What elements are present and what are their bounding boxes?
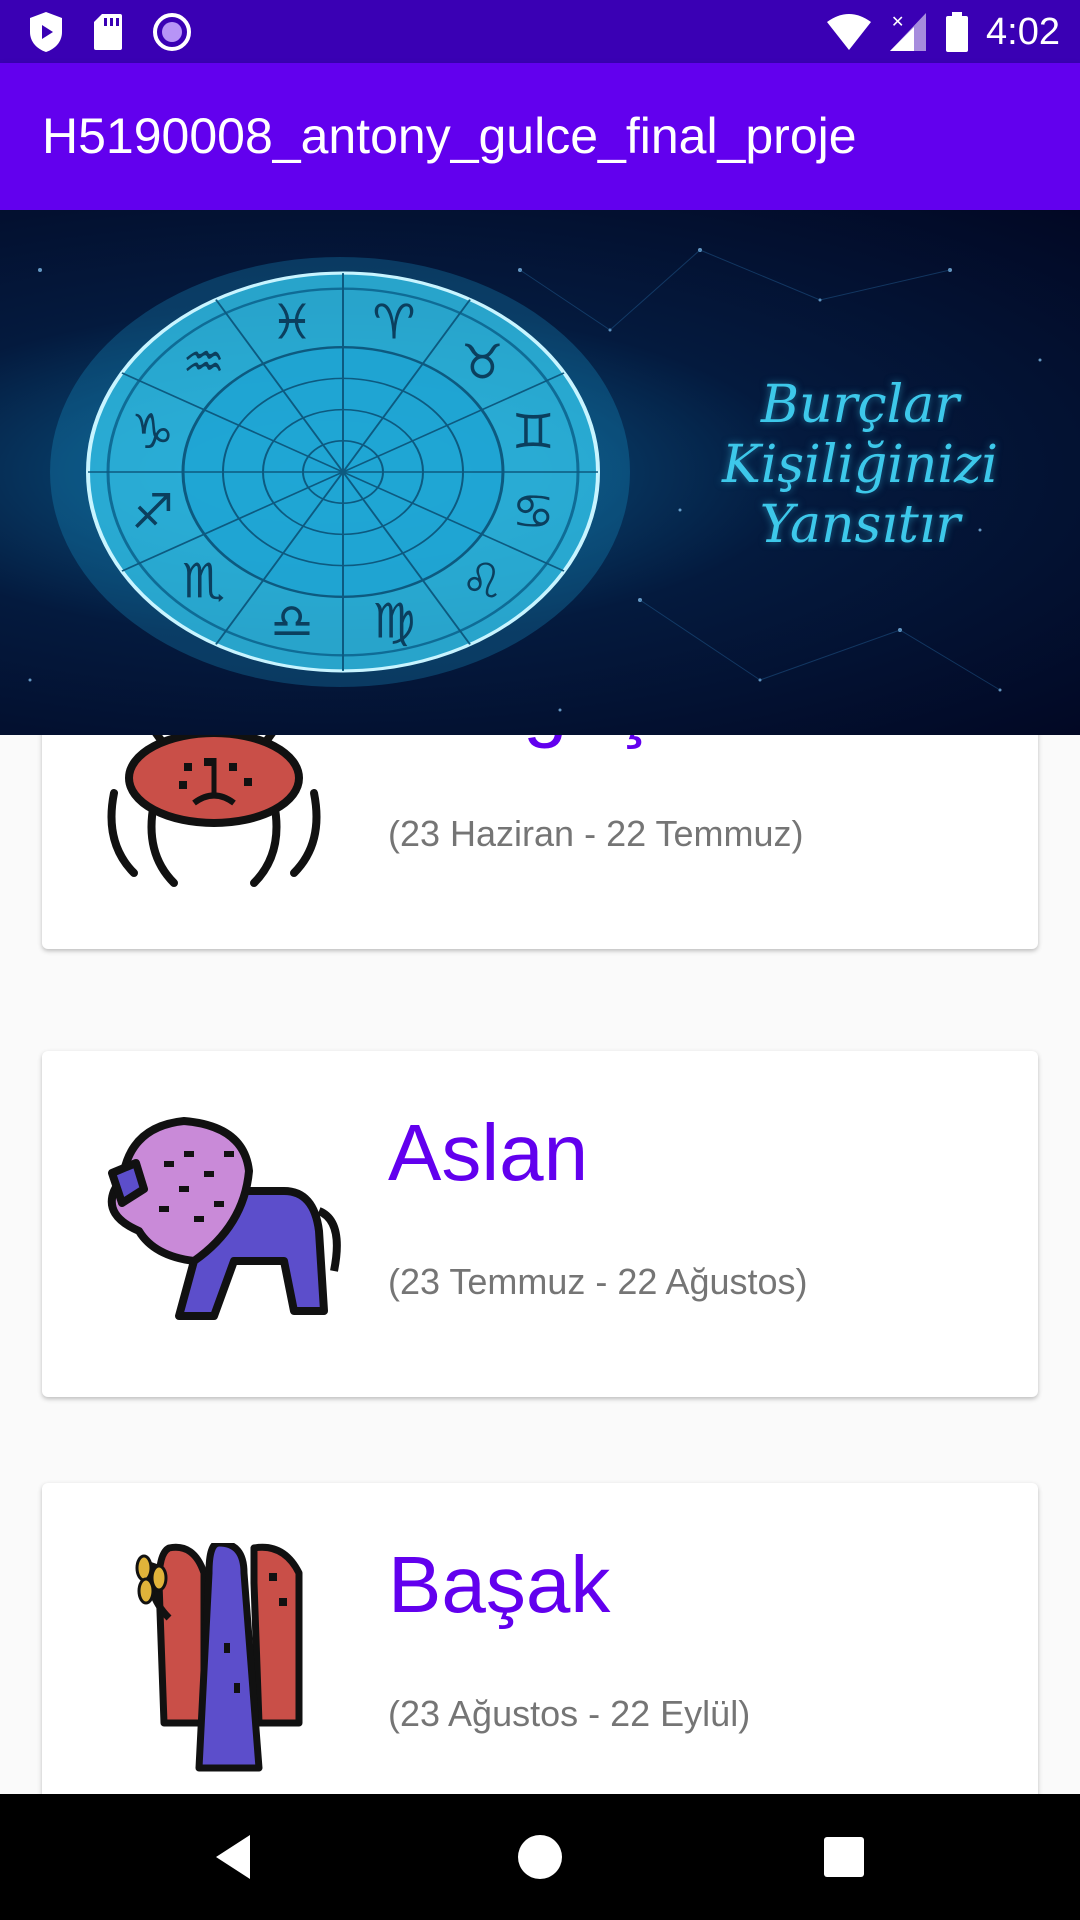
crab-icon — [107, 735, 321, 887]
sign-dates: (23 Temmuz - 22 Ağustos) — [388, 1261, 808, 1302]
status-bar: ✕ 4:02 — [0, 0, 1080, 63]
svg-text:✕: ✕ — [891, 12, 904, 31]
zodiac-glyph: ♉ — [461, 334, 504, 390]
list-item-basak[interactable]: Başak (23 Ağustos - 22 Eylül) — [42, 1483, 1038, 1794]
app-bar: H5190008_antony_gulce_final_proje — [0, 63, 1080, 210]
lion-icon — [107, 1117, 341, 1320]
banner-line-2: Kişiliğinizi — [721, 435, 999, 495]
zodiac-glyph: ♎ — [270, 594, 313, 650]
zodiac-glyph: ♍ — [372, 594, 415, 650]
zodiac-glyph: ♊ — [512, 404, 555, 460]
banner-line-1: Burçlar — [760, 375, 960, 435]
virgo-icon — [135, 1543, 303, 1772]
list-item-aslan[interactable]: Aslan (23 Temmuz - 22 Ağustos) — [42, 1051, 1038, 1397]
navigation-bar — [0, 1794, 1080, 1920]
sign-name: Başak — [388, 1540, 611, 1629]
recents-icon[interactable] — [814, 1827, 874, 1887]
zodiac-glyph: ♒ — [182, 334, 225, 390]
wifi-icon — [827, 14, 872, 50]
sign-name: Yengeç — [388, 735, 652, 751]
list-item-yengec[interactable]: Yengeç (23 Haziran - 22 Temmuz) — [42, 735, 1038, 949]
app-title: H5190008_antony_gulce_final_proje — [42, 108, 857, 164]
record-icon — [153, 13, 191, 51]
shield-play-icon — [30, 12, 62, 52]
home-icon[interactable] — [510, 1827, 570, 1887]
banner-line-3: Yansıtır — [759, 495, 961, 555]
sign-dates: (23 Haziran - 22 Temmuz) — [388, 813, 804, 854]
zodiac-glyph: ♈ — [372, 294, 415, 350]
zodiac-glyph: ♌ — [461, 554, 504, 610]
battery-icon — [946, 12, 969, 52]
zodiac-list[interactable]: Yengeç (23 Haziran - 22 Temmuz) Aslan (2… — [0, 735, 1080, 1794]
sd-card-icon — [94, 14, 122, 50]
cell-signal-icon: ✕ — [890, 12, 927, 51]
back-icon[interactable] — [206, 1827, 266, 1887]
banner-caption: Burçlar Kişiliğinizi Yansıtır — [640, 375, 1080, 555]
clock: 4:02 — [986, 10, 1060, 53]
sign-name: Aslan — [388, 1108, 589, 1197]
zodiac-glyph: ♓ — [270, 294, 313, 350]
zodiac-glyph: ♋ — [512, 484, 555, 540]
zodiac-banner: ♈ ♉ ♊ ♋ ♌ ♍ ♎ ♏ ♐ ♑ ♒ ♓ Burçlar Kişiliğinizi Yansıt… — [0, 210, 1080, 735]
zodiac-glyph: ♐ — [131, 484, 174, 540]
sign-dates: (23 Ağustos - 22 Eylül) — [388, 1693, 751, 1734]
zodiac-glyph: ♏ — [182, 554, 225, 610]
zodiac-glyph: ♑ — [131, 404, 174, 460]
